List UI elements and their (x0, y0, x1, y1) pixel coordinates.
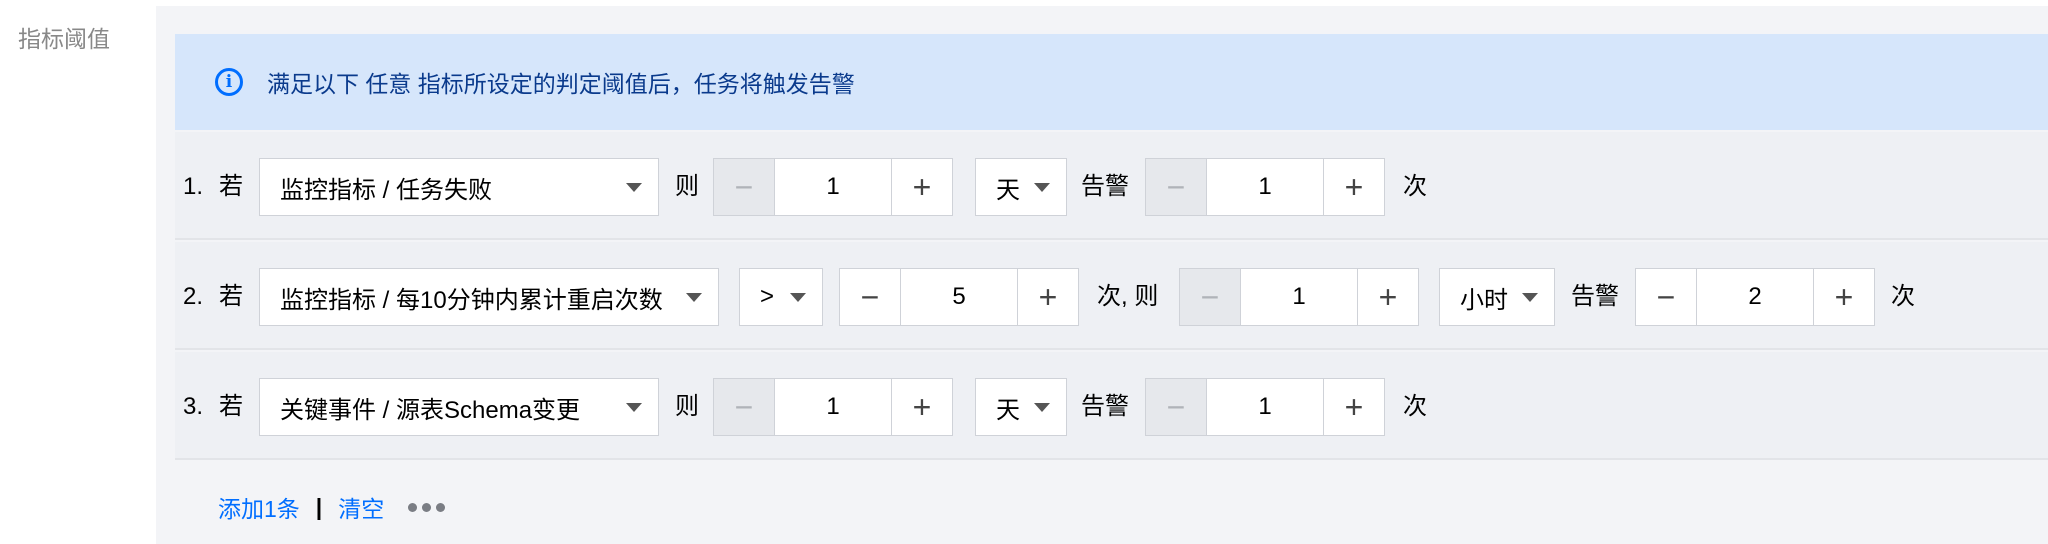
rule-index: 2. (183, 283, 204, 310)
increment-button[interactable]: + (891, 379, 952, 435)
times-value[interactable]: 1 (1207, 379, 1323, 435)
period-unit-select[interactable]: 天 (975, 158, 1067, 216)
period-unit-select[interactable]: 天 (975, 378, 1067, 436)
rule-actions: 添加1条 | 清空 (218, 490, 446, 524)
period-stepper[interactable]: − 1 + (1179, 268, 1419, 326)
period-stepper[interactable]: − 1 + (713, 378, 953, 436)
decrement-button[interactable]: − (714, 159, 775, 215)
rule-row-3: 3. 若 关键事件 / 源表Schema变更 则 − 1 + 天 告警 − 1 … (175, 352, 2048, 460)
period-unit-select[interactable]: 小时 (1439, 268, 1555, 326)
chevron-down-icon (790, 292, 806, 302)
times-value[interactable]: 1 (1207, 159, 1323, 215)
increment-button[interactable]: + (1323, 159, 1384, 215)
decrement-button[interactable]: − (840, 269, 901, 325)
period-value[interactable]: 1 (775, 159, 891, 215)
alarm-times-stepper[interactable]: − 1 + (1145, 158, 1385, 216)
info-icon: i (215, 68, 243, 96)
times-value[interactable]: 2 (1697, 269, 1813, 325)
threshold-value[interactable]: 5 (901, 269, 1017, 325)
decrement-button[interactable]: − (1180, 269, 1241, 325)
rule-row-2: 2. 若 监控指标 / 每10分钟内累计重启次数 > − 5 + 次, 则 − … (175, 242, 2048, 350)
alarm-label: 告警 (1571, 283, 1619, 310)
field-label: 指标阈值 (18, 26, 110, 52)
alarm-times-stepper[interactable]: − 1 + (1145, 378, 1385, 436)
period-unit-value: 小时 (1460, 286, 1508, 314)
increment-button[interactable]: + (891, 159, 952, 215)
alarm-times-stepper[interactable]: − 2 + (1635, 268, 1875, 326)
notice-text: 满足以下 任意 指标所设定的判定阈值后，任务将触发告警 (267, 71, 855, 97)
separator: | (315, 493, 323, 520)
rule-index: 1. (183, 173, 204, 200)
chevron-down-icon (626, 402, 642, 412)
decrement-button[interactable]: − (1636, 269, 1697, 325)
period-value[interactable]: 1 (1241, 269, 1357, 325)
threshold-stepper[interactable]: − 5 + (839, 268, 1079, 326)
threshold-suffix: 次, 则 (1097, 283, 1159, 310)
rule-row-1: 1. 若 监控指标 / 任务失败 则 − 1 + 天 告警 − 1 + 次 (175, 132, 2048, 240)
then-label: 则 (675, 173, 699, 200)
chevron-down-icon (1034, 402, 1050, 412)
more-dots-icon[interactable] (408, 502, 446, 512)
metric-select[interactable]: 监控指标 / 任务失败 (259, 158, 659, 216)
chevron-down-icon (686, 292, 702, 302)
increment-button[interactable]: + (1017, 269, 1078, 325)
period-unit-value: 天 (996, 396, 1020, 424)
clear-link[interactable]: 清空 (338, 490, 384, 524)
alarm-label: 告警 (1081, 393, 1129, 420)
period-unit-value: 天 (996, 176, 1020, 204)
metric-select-value: 关键事件 / 源表Schema变更 (280, 396, 581, 424)
rule-index: 3. (183, 393, 204, 420)
increment-button[interactable]: + (1357, 269, 1418, 325)
alarm-label: 告警 (1081, 173, 1129, 200)
increment-button[interactable]: + (1813, 269, 1874, 325)
period-stepper[interactable]: − 1 + (713, 158, 953, 216)
metric-select[interactable]: 监控指标 / 每10分钟内累计重启次数 (259, 268, 719, 326)
metric-select[interactable]: 关键事件 / 源表Schema变更 (259, 378, 659, 436)
if-label: 若 (219, 283, 243, 310)
decrement-button[interactable]: − (714, 379, 775, 435)
times-label: 次 (1891, 283, 1915, 310)
add-rule-link[interactable]: 添加1条 (218, 490, 300, 524)
metric-select-value: 监控指标 / 每10分钟内累计重启次数 (280, 286, 663, 314)
if-label: 若 (219, 173, 243, 200)
decrement-button[interactable]: − (1146, 379, 1207, 435)
chevron-down-icon (1522, 292, 1538, 302)
times-label: 次 (1403, 173, 1427, 200)
chevron-down-icon (626, 182, 642, 192)
decrement-button[interactable]: − (1146, 159, 1207, 215)
times-label: 次 (1403, 393, 1427, 420)
operator-select[interactable]: > (739, 268, 823, 326)
chevron-down-icon (1034, 182, 1050, 192)
metric-select-value: 监控指标 / 任务失败 (280, 176, 493, 204)
then-label: 则 (675, 393, 699, 420)
notice-banner: i 满足以下 任意 指标所设定的判定阈值后，任务将触发告警 (175, 34, 2048, 130)
if-label: 若 (219, 393, 243, 420)
operator-value: > (760, 283, 775, 310)
period-value[interactable]: 1 (775, 379, 891, 435)
increment-button[interactable]: + (1323, 379, 1384, 435)
